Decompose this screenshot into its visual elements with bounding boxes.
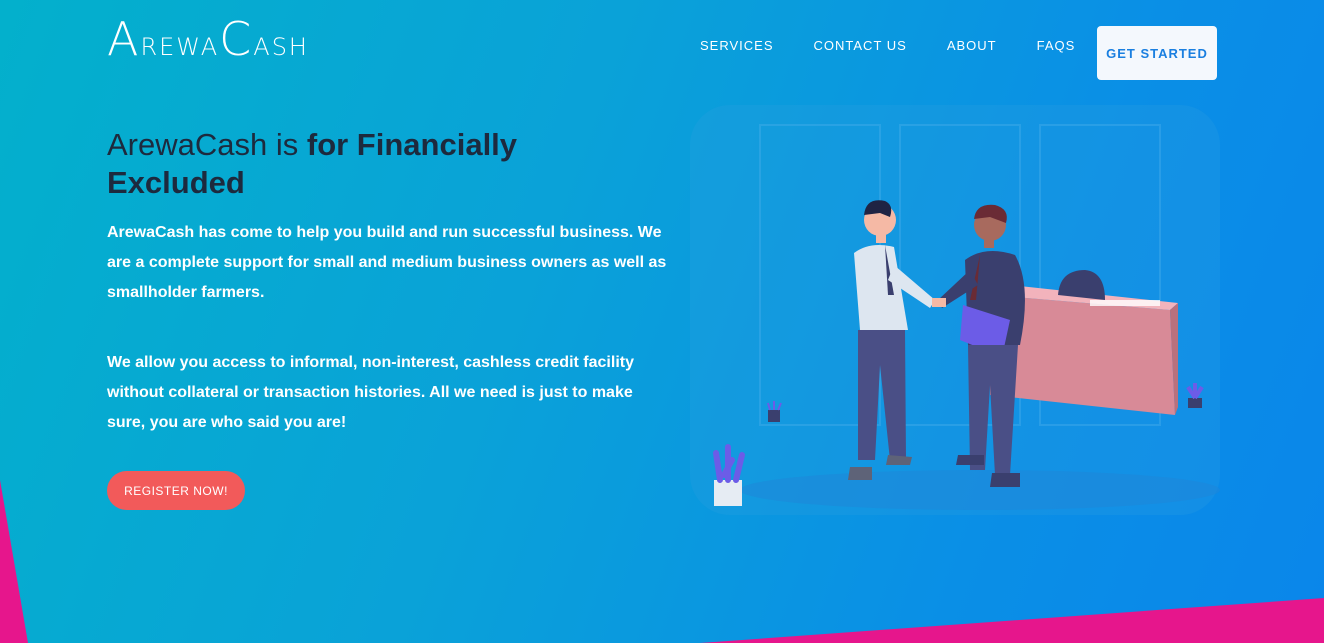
get-started-button[interactable]: GET STARTED [1097, 26, 1217, 80]
hero-title: ArewaCash is for Financially Excluded [107, 126, 627, 202]
landing-page: A REWA C ASH SERVICES CONTACT US ABOUT FAQS… [0, 0, 1324, 643]
hero-paragraph-1: ArewaCash has come to help you build and… [107, 224, 667, 301]
main-nav: SERVICES CONTACT US ABOUT FAQS [700, 38, 1115, 53]
nav-contact-us[interactable]: CONTACT US [814, 38, 907, 53]
hero-paragraph-2: We allow you access to informal, non-int… [107, 354, 634, 431]
nav-about[interactable]: ABOUT [947, 38, 997, 53]
logo[interactable]: A REWA C ASH [107, 16, 309, 62]
nav-services[interactable]: SERVICES [700, 38, 774, 53]
handshake-illustration [690, 105, 1220, 515]
nav-faqs[interactable]: FAQS [1037, 38, 1076, 53]
register-now-button[interactable]: REGISTER NOW! [107, 471, 245, 510]
hero-title-light: ArewaCash is [107, 127, 299, 162]
